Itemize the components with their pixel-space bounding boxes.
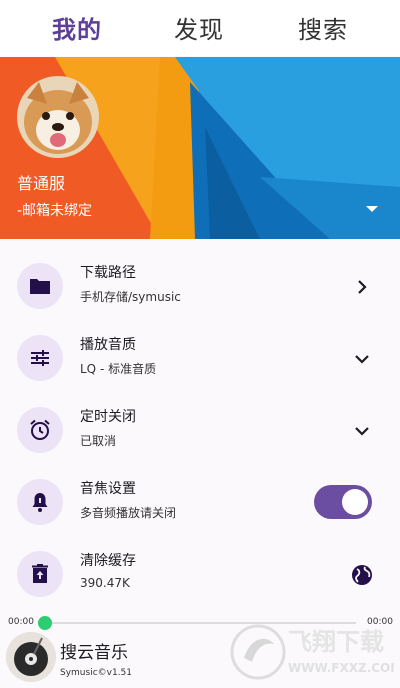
vinyl-record-icon [6,632,56,682]
setting-audio-quality[interactable]: 播放音质 LQ - 标准音质 [0,322,400,394]
top-tab-bar: 我的 发现 搜索 [0,0,400,56]
profile-name: 普通服 [17,174,66,193]
song-title: 搜云音乐 [60,643,128,663]
alarm-icon [17,407,63,453]
setting-download-path[interactable]: 下载路径 手机存储/symusic [0,250,400,322]
chevron-down-icon[interactable] [349,418,375,444]
setting-title: 下载路径 [80,265,136,281]
setting-subtitle: 手机存储/symusic [80,290,181,304]
watermark-logo: 飞翔下载 WWW.FXXZ.COM [230,620,400,684]
setting-audio-focus: 音焦设置 多音频播放请关闭 [0,466,400,538]
tab-mine[interactable]: 我的 [52,10,102,45]
progress-thumb[interactable] [38,616,52,630]
album-cover[interactable] [6,632,56,682]
tune-icon [17,335,63,381]
profile-email: -邮箱未绑定 [17,203,93,219]
svg-text:WWW.FXXZ.COM: WWW.FXXZ.COM [288,661,394,675]
setting-subtitle: 多音频播放请关闭 [80,506,177,520]
folder-icon [17,263,63,309]
trash-icon [17,551,63,597]
setting-title: 清除缓存 [80,553,136,569]
setting-title: 定时关闭 [80,409,136,425]
setting-subtitle: 390.47K [80,576,130,590]
setting-title: 播放音质 [80,337,136,353]
setting-subtitle: LQ - 标准音质 [80,362,157,376]
setting-sleep-timer[interactable]: 定时关闭 已取消 [0,394,400,466]
tab-search[interactable]: 搜索 [298,10,348,45]
avatar[interactable] [17,76,99,158]
setting-subtitle: 已取消 [80,434,117,448]
bell-icon [17,479,63,525]
current-time: 00:00 [8,617,34,627]
globe-icon[interactable] [349,562,375,588]
svg-text:飞翔下载: 飞翔下载 [288,628,384,656]
dog-avatar-image [17,76,99,158]
profile-banner: 普通服 -邮箱未绑定 [0,57,400,239]
chevron-down-icon[interactable] [349,346,375,372]
setting-title: 音焦设置 [80,481,136,497]
song-subtitle: Symusic©v1.51 [60,668,133,678]
tab-discover[interactable]: 发现 [174,10,224,45]
chevron-right-icon[interactable] [349,274,375,300]
toggle-knob [342,489,368,515]
dropdown-arrow-icon[interactable] [360,201,384,217]
audio-focus-toggle[interactable] [314,485,372,519]
setting-clear-cache[interactable]: 清除缓存 390.47K [0,538,400,610]
